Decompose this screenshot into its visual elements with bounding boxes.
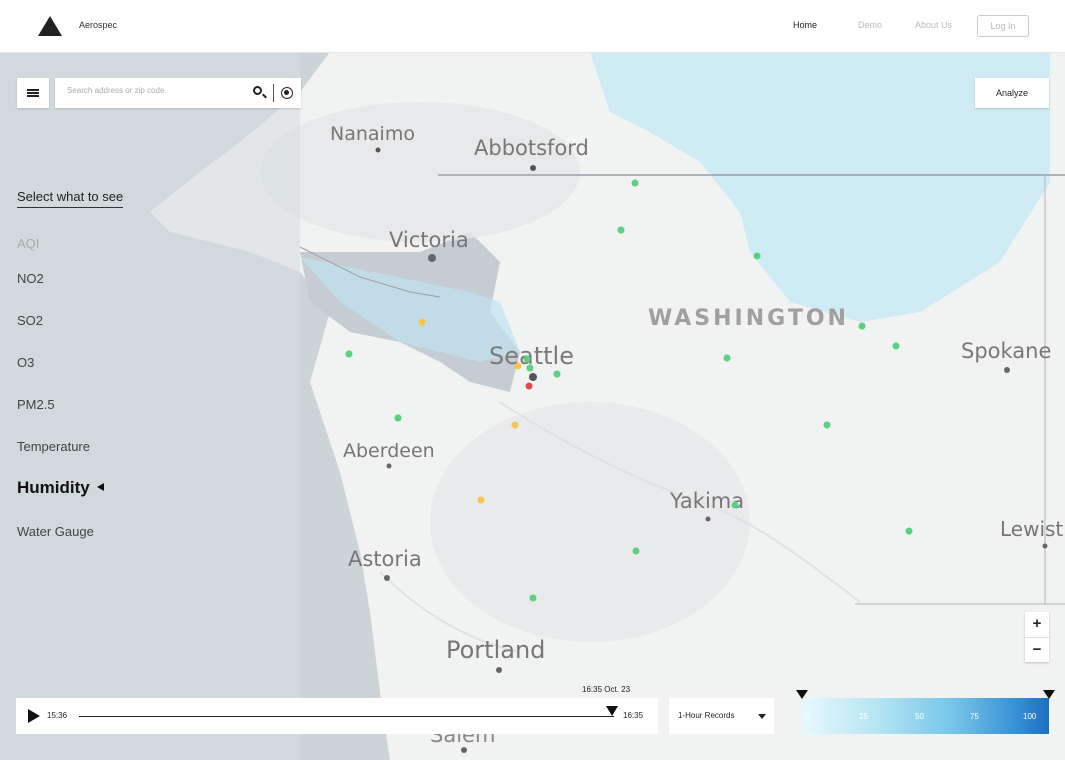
state-label: WASHINGTON [648,306,849,331]
sensor-marker[interactable] [526,364,534,372]
brand-name[interactable]: Aerospec [79,20,117,30]
sensor-marker[interactable] [345,350,353,358]
search-input[interactable] [65,85,249,96]
layer-selector-title: Select what to see [17,189,124,208]
legend-tick: 0 [806,712,811,721]
sensor-marker[interactable] [477,496,485,504]
sensor-marker[interactable] [394,414,402,422]
sensor-marker[interactable] [823,421,831,429]
list-icon [27,89,39,97]
city-label: Abbotsford [474,136,589,160]
search-box[interactable] [55,78,301,108]
timeline-start: 15:36 [47,711,68,720]
layer-pm25[interactable]: PM2.5 [17,397,55,412]
city-label: Spokane [961,339,1051,363]
nav-about-us[interactable]: About Us [915,20,952,30]
search-icon[interactable] [253,86,262,95]
records-select[interactable]: 1-Hour Records [669,698,774,734]
layer-humidity[interactable]: Humidity [17,478,104,498]
timeline-track[interactable] [79,716,614,717]
layer-so2[interactable]: SO2 [17,313,43,328]
list-view-button[interactable] [17,78,49,108]
sensor-marker[interactable] [892,342,900,350]
layer-o3[interactable]: O3 [17,355,34,370]
city-label: Lewist [1000,517,1063,541]
legend-min-handle[interactable] [796,690,808,699]
search-divider [273,84,274,102]
city-label: Victoria [389,228,469,252]
top-bar: Aerospec Home Demo About Us Log In [0,0,1065,53]
zoom-out-button[interactable]: − [1025,638,1049,663]
city-label: Astoria [348,547,422,571]
nav-home[interactable]: Home [793,20,817,30]
sensor-marker[interactable] [523,355,531,363]
sensor-marker[interactable] [753,252,761,260]
city-label: Portland [446,636,545,664]
nav-demo[interactable]: Demo [858,20,882,30]
sensor-marker[interactable] [418,318,426,326]
city-label: Aberdeen [343,440,435,462]
sensor-marker[interactable] [905,527,913,535]
chevron-down-icon [758,714,766,719]
sensor-marker[interactable] [525,382,533,390]
sensor-marker[interactable] [529,594,537,602]
legend-tick: 75 [970,712,979,721]
sensor-marker[interactable] [514,362,522,370]
layer-temperature[interactable]: Temperature [17,439,90,454]
sensor-marker[interactable] [858,322,866,330]
timeline-current-label: 16:35 Oct. 23 [582,685,631,694]
legend-max-handle[interactable] [1043,690,1055,699]
layer-aqi: AQI [17,236,40,251]
sensor-marker[interactable] [511,421,519,429]
zoom-in-button[interactable]: + [1025,612,1049,638]
sensor-marker[interactable] [553,370,561,378]
sensor-marker[interactable] [632,547,640,555]
sensor-marker[interactable] [723,354,731,362]
analyze-button[interactable]: Analyze [975,78,1049,108]
records-select-value: 1-Hour Records [678,711,735,720]
legend-tick: 50 [915,712,924,721]
city-label: Yakima [669,489,744,513]
play-icon[interactable] [28,709,40,723]
layer-no2[interactable]: NO2 [17,271,44,286]
legend-tick: 100 [1023,712,1037,721]
login-button[interactable]: Log In [977,15,1029,37]
timeline: 15:36 16:35 [16,698,658,734]
legend-tick: 25 [859,712,868,721]
sensor-marker[interactable] [631,179,639,187]
city-label: Nanaimo [330,123,415,145]
active-arrow-icon [96,483,104,491]
sensor-marker[interactable] [617,226,625,234]
color-legend: 0 25 50 75 100 [802,698,1049,734]
zoom-control: + − [1025,612,1049,662]
timeline-end: 16:35 [623,711,644,720]
logo-icon[interactable] [38,16,62,36]
locate-icon[interactable] [281,87,293,99]
sensor-marker[interactable] [731,501,739,509]
timeline-handle[interactable] [606,706,618,716]
layer-humidity-label: Humidity [17,478,90,497]
layer-water-gauge[interactable]: Water Gauge [17,524,94,539]
